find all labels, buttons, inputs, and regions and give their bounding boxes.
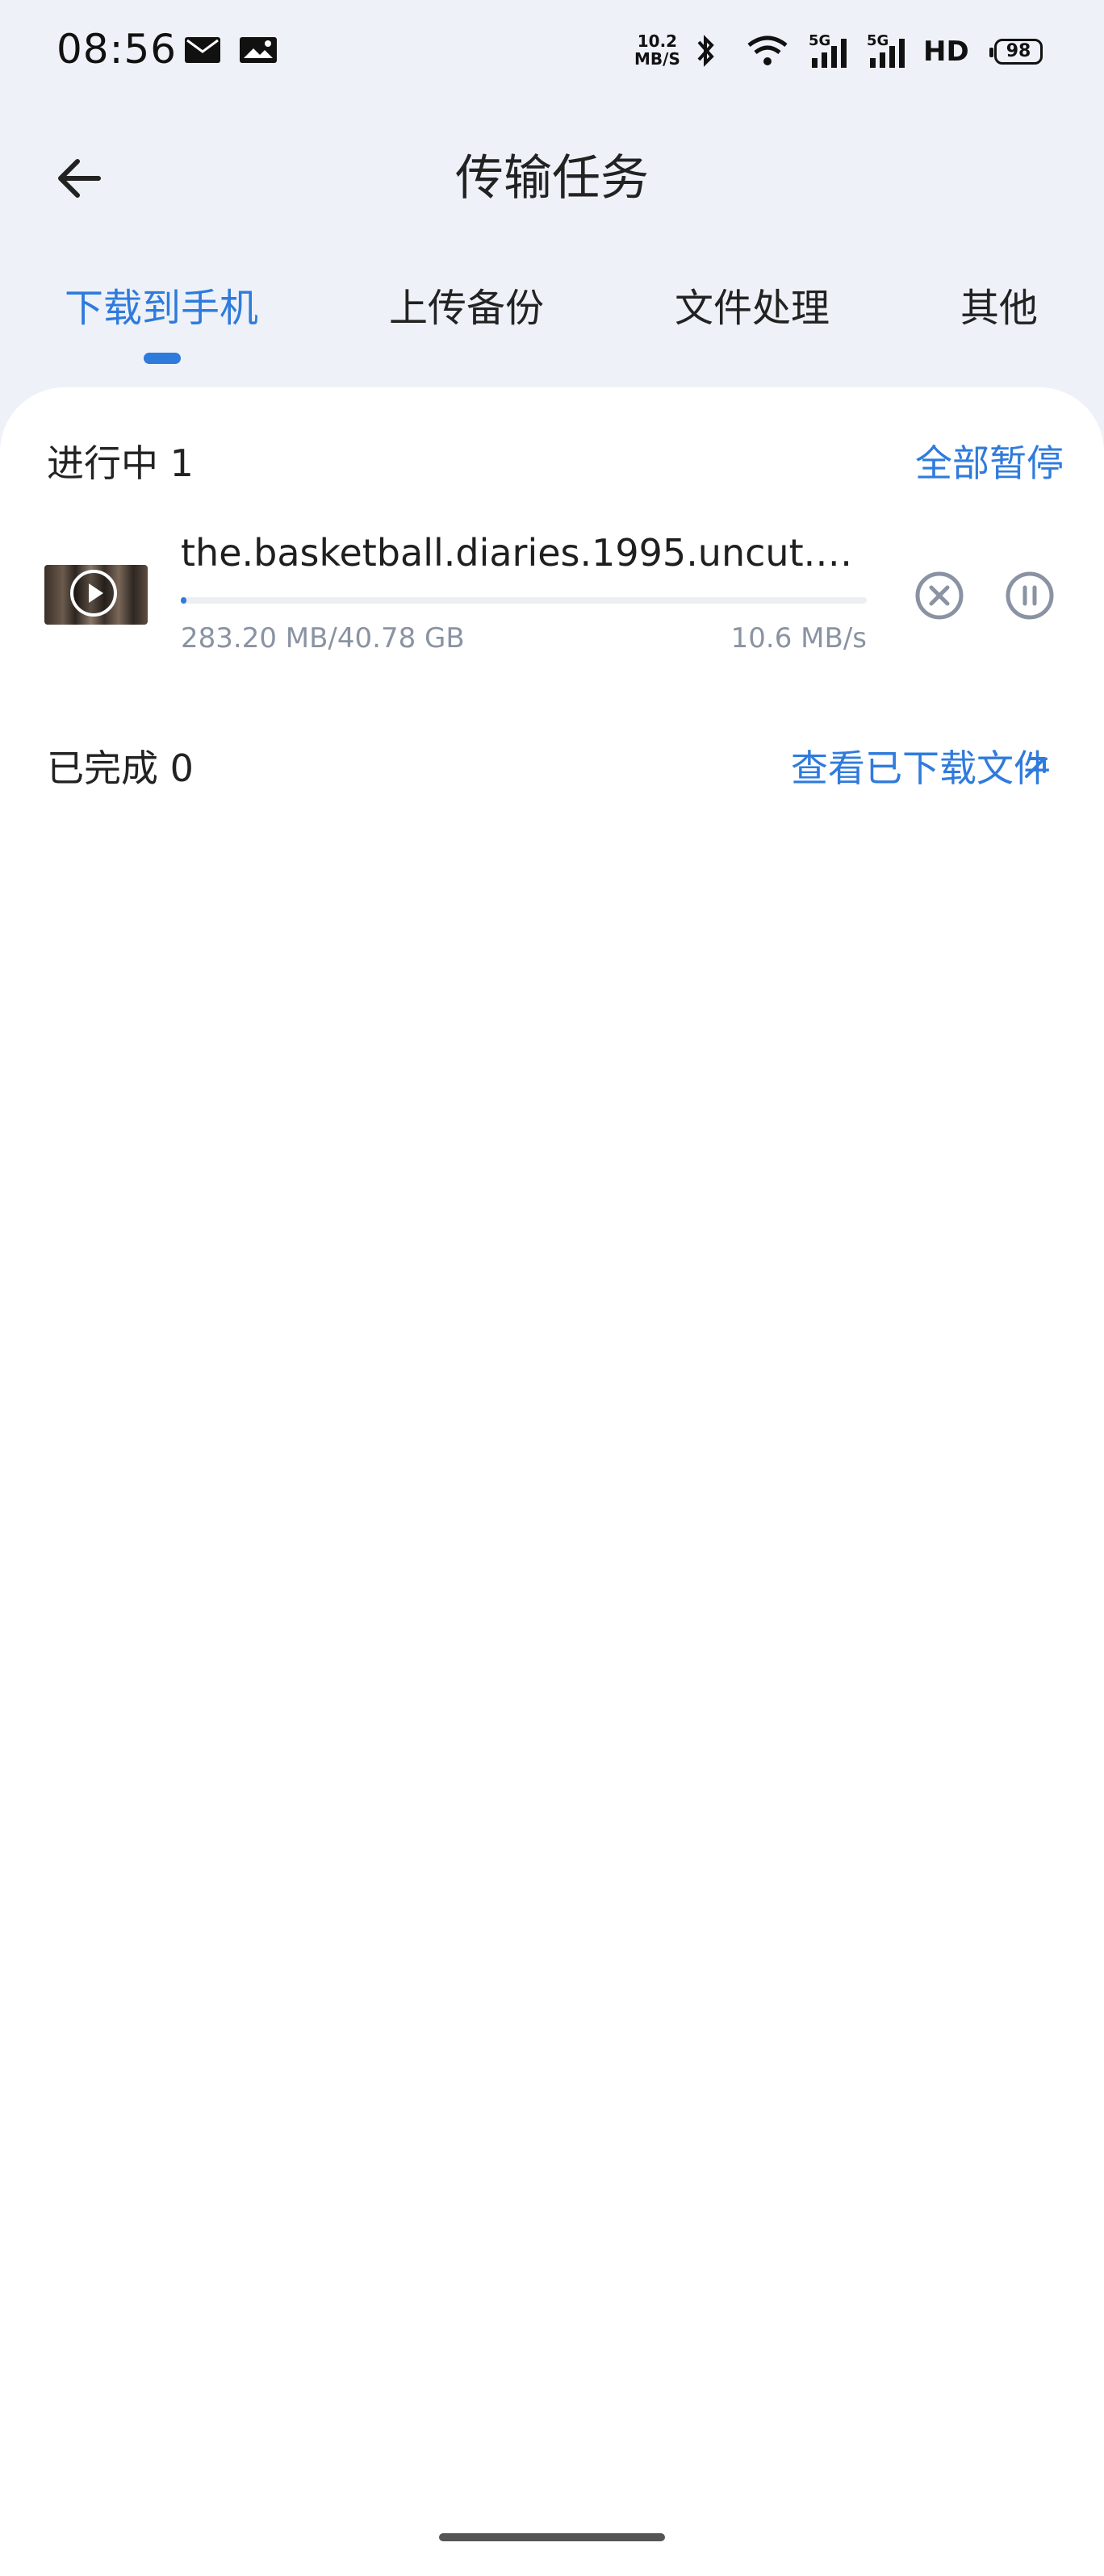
bluetooth-icon xyxy=(697,35,714,67)
video-thumbnail[interactable] xyxy=(44,565,148,625)
page-title: 传输任务 xyxy=(455,150,649,207)
pause-download-button[interactable] xyxy=(1004,570,1056,621)
completed-title: 已完成 0 xyxy=(47,746,194,790)
tab-upload-backup[interactable]: 上传备份 xyxy=(389,282,544,334)
cancel-circle-icon xyxy=(915,571,964,620)
net-speed: 10.2 MB/S xyxy=(634,32,680,68)
file-size: 283.20 MB/40.78 GB xyxy=(181,622,465,654)
net-speed-unit: MB/S xyxy=(634,49,680,69)
arrow-up-right-icon[interactable] xyxy=(1020,752,1051,783)
mail-icon xyxy=(185,37,220,63)
play-icon xyxy=(70,570,117,617)
in-progress-title: 进行中 1 xyxy=(47,441,194,485)
home-indicator[interactable] xyxy=(439,2533,665,2541)
file-name: the.basketball.diaries.1995.uncut.4… xyxy=(181,531,867,575)
tab-indicator xyxy=(144,353,181,364)
cancel-download-button[interactable] xyxy=(914,570,965,621)
download-progress-bar xyxy=(181,597,867,604)
wifi-icon xyxy=(747,36,788,65)
view-downloaded-files-button[interactable]: 查看已下载文件 xyxy=(791,744,1051,792)
status-bar: 08:56 10.2 MB/S 5G 5G HD 98 xyxy=(0,0,1104,105)
tab-file-processing[interactable]: 文件处理 xyxy=(675,282,830,334)
content-card xyxy=(0,387,1104,2576)
pause-all-button[interactable]: 全部暂停 xyxy=(915,439,1064,487)
net-speed-value: 10.2 xyxy=(637,31,678,51)
download-progress-fill xyxy=(181,597,186,604)
download-speed: 10.6 MB/s xyxy=(730,622,867,654)
tab-other[interactable]: 其他 xyxy=(960,282,1038,334)
status-time: 08:56 xyxy=(56,26,178,73)
signal-icon xyxy=(812,39,847,68)
signal-icon xyxy=(870,39,905,68)
image-message-icon xyxy=(240,37,277,63)
pause-circle-icon xyxy=(1006,571,1054,620)
tab-download-to-phone[interactable]: 下载到手机 xyxy=(65,282,258,334)
battery-indicator: 98 xyxy=(989,39,1043,65)
hd-label: HD xyxy=(923,36,969,68)
